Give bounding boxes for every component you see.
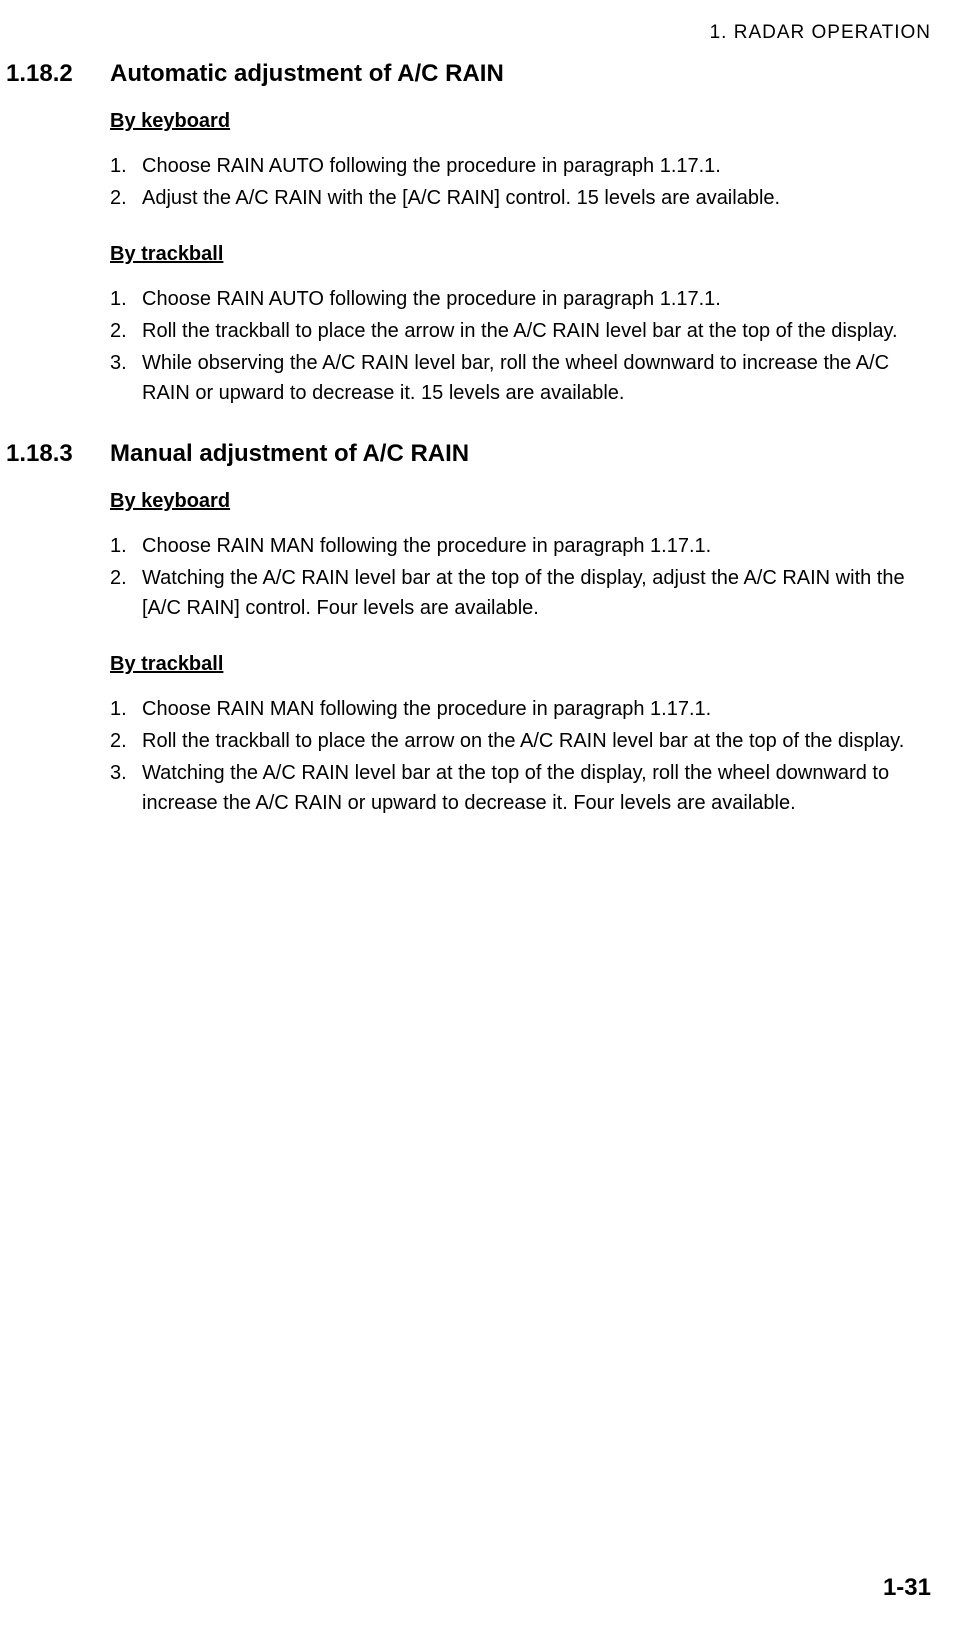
list-text: Roll the trackball to place the arrow on… <box>142 726 931 756</box>
section-title: Automatic adjustment of A/C RAIN <box>110 60 504 88</box>
list-number: 3. <box>110 758 142 818</box>
subsection-title: By trackball <box>110 243 931 266</box>
list-text: Choose RAIN AUTO following the procedure… <box>142 284 931 314</box>
list-number: 1. <box>110 151 142 181</box>
list-text: While observing the A/C RAIN level bar, … <box>142 348 931 408</box>
list-number: 2. <box>110 316 142 346</box>
list-item: 1. Choose RAIN MAN following the procedu… <box>110 694 931 724</box>
list-item: 1. Choose RAIN AUTO following the proced… <box>110 151 931 181</box>
chapter-label: 1. RADAR OPERATION <box>710 22 931 43</box>
list-text: Watching the A/C RAIN level bar at the t… <box>142 563 931 623</box>
list-item: 2. Watching the A/C RAIN level bar at th… <box>110 563 931 623</box>
list-item: 1. Choose RAIN AUTO following the proced… <box>110 284 931 314</box>
page-footer: 1-31 <box>883 1574 931 1602</box>
ordered-list: 1. Choose RAIN MAN following the procedu… <box>110 531 931 623</box>
section-1-18-2: 1.18.2 Automatic adjustment of A/C RAIN … <box>0 60 931 408</box>
list-item: 2. Roll the trackball to place the arrow… <box>110 726 931 756</box>
subsection-by-trackball: By trackball 1. Choose RAIN MAN followin… <box>110 653 931 818</box>
list-number: 1. <box>110 531 142 561</box>
list-number: 2. <box>110 563 142 623</box>
list-text: Watching the A/C RAIN level bar at the t… <box>142 758 931 818</box>
list-number: 3. <box>110 348 142 408</box>
ordered-list: 1. Choose RAIN AUTO following the proced… <box>110 284 931 408</box>
page-header: 1. RADAR OPERATION <box>710 22 931 44</box>
list-item: 1. Choose RAIN MAN following the procedu… <box>110 531 931 561</box>
section-title: Manual adjustment of A/C RAIN <box>110 440 469 468</box>
list-number: 2. <box>110 183 142 213</box>
list-number: 2. <box>110 726 142 756</box>
ordered-list: 1. Choose RAIN MAN following the procedu… <box>110 694 931 818</box>
page-number: 1-31 <box>883 1574 931 1601</box>
subsection-title: By trackball <box>110 653 931 676</box>
subsection-by-keyboard: By keyboard 1. Choose RAIN AUTO followin… <box>110 110 931 213</box>
list-item: 2. Adjust the A/C RAIN with the [A/C RAI… <box>110 183 931 213</box>
list-number: 1. <box>110 284 142 314</box>
section-heading: 1.18.3 Manual adjustment of A/C RAIN <box>0 440 931 468</box>
subsection-by-trackball: By trackball 1. Choose RAIN AUTO followi… <box>110 243 931 408</box>
section-number: 1.18.2 <box>0 60 110 88</box>
list-number: 1. <box>110 694 142 724</box>
section-number: 1.18.3 <box>0 440 110 468</box>
list-item: 3. While observing the A/C RAIN level ba… <box>110 348 931 408</box>
subsection-by-keyboard: By keyboard 1. Choose RAIN MAN following… <box>110 490 931 623</box>
list-text: Roll the trackball to place the arrow in… <box>142 316 931 346</box>
subsection-title: By keyboard <box>110 490 931 513</box>
section-1-18-3: 1.18.3 Manual adjustment of A/C RAIN By … <box>0 440 931 818</box>
list-text: Choose RAIN MAN following the procedure … <box>142 531 931 561</box>
ordered-list: 1. Choose RAIN AUTO following the proced… <box>110 151 931 213</box>
list-item: 2. Roll the trackball to place the arrow… <box>110 316 931 346</box>
list-text: Adjust the A/C RAIN with the [A/C RAIN] … <box>142 183 931 213</box>
list-text: Choose RAIN MAN following the procedure … <box>142 694 931 724</box>
list-item: 3. Watching the A/C RAIN level bar at th… <box>110 758 931 818</box>
page-content: 1.18.2 Automatic adjustment of A/C RAIN … <box>0 60 931 850</box>
list-text: Choose RAIN AUTO following the procedure… <box>142 151 931 181</box>
section-heading: 1.18.2 Automatic adjustment of A/C RAIN <box>0 60 931 88</box>
subsection-title: By keyboard <box>110 110 931 133</box>
